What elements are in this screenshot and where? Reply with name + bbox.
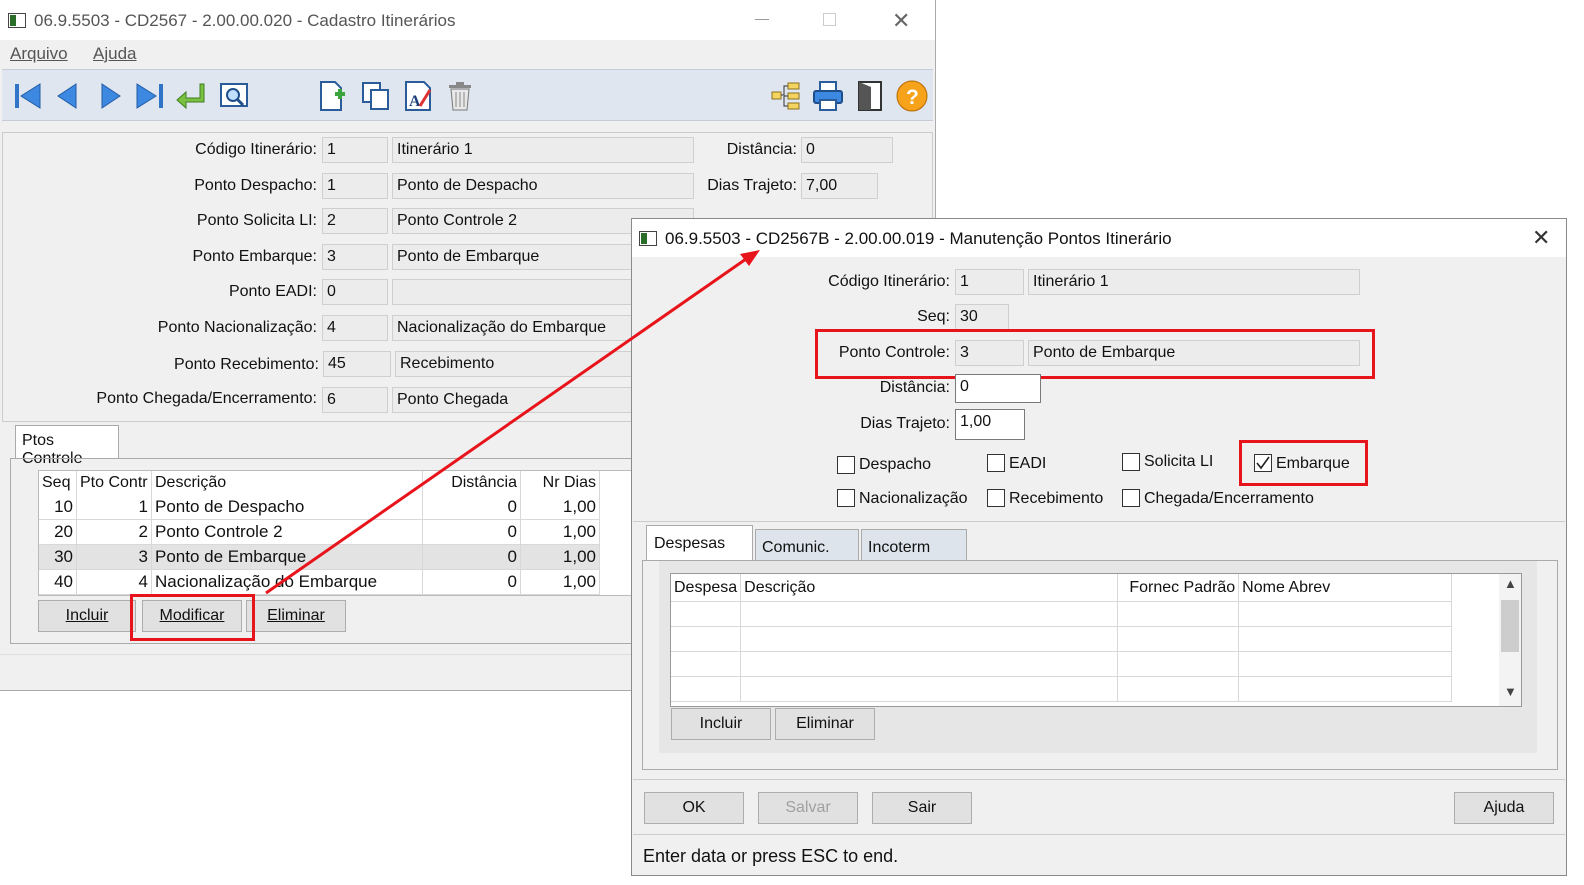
arrow-head bbox=[740, 250, 760, 266]
annotation-arrow bbox=[265, 250, 760, 595]
arrow-line bbox=[265, 257, 747, 595]
